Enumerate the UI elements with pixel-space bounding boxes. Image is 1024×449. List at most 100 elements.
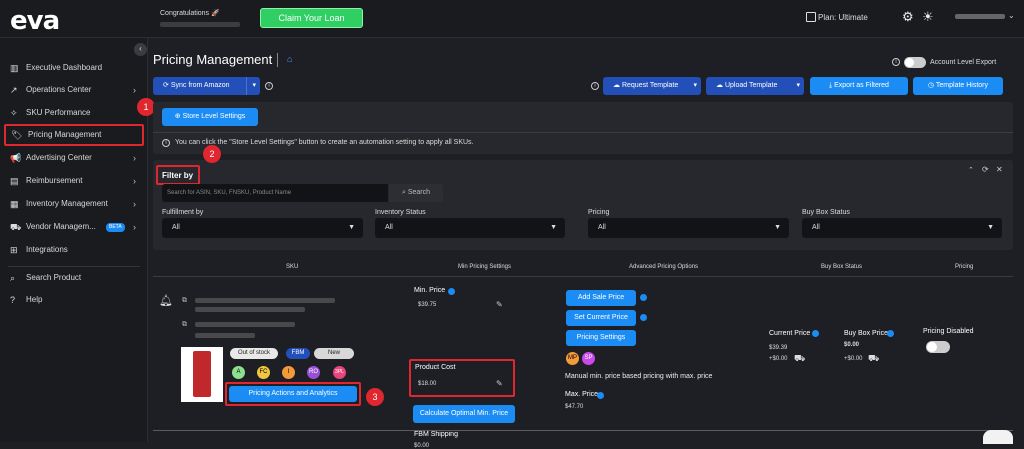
buybox-price-value: $0.00 [844,342,860,348]
column-min-pricing: Min Pricing Settings [458,264,512,270]
info-dot-icon[interactable] [887,330,894,337]
congrats-text: Congratulations 🚀 [160,10,220,17]
sidebar-item-vendor-management[interactable]: ⛟ Vendor Managem... BETA › [8,218,142,236]
home-icon[interactable]: ⌂ [287,54,292,64]
pricing-toggle[interactable] [926,341,950,353]
inventory-status-select[interactable]: All ▼ [375,218,565,238]
blurred-product-title [195,298,335,303]
claim-loan-button[interactable]: Claim Your Loan [260,8,363,28]
sidebar-item-search-product[interactable]: ⌕ Search Product [8,269,142,287]
template-history-button[interactable]: ◷ Template History [913,77,1003,95]
request-template-label: Request Template [621,82,679,89]
table-header: SKU Min Pricing Settings Advanced Pricin… [153,257,1013,277]
sidebar-item-help[interactable]: ? Help [8,291,142,309]
eva-logo[interactable]: eva [10,6,60,36]
sync-from-amazon-button[interactable]: ⟳ Sync from Amazon ▾ [153,77,260,95]
column-sku: SKU [286,264,299,270]
fbm-shipping-value: $0.00 [414,443,430,449]
edit-icon[interactable]: ✎ [496,379,503,388]
sidebar-item-inventory-management[interactable]: ▦ Inventory Management › [8,195,142,213]
info-dot-icon[interactable] [640,294,647,301]
bell-icon[interactable]: 🔔︎ [159,294,173,307]
info-icon[interactable]: i [265,82,273,90]
chevron-down-icon[interactable]: ▾ [246,77,256,95]
filter-label-fulfillment: Fulfillment by [162,209,204,216]
set-current-price-button[interactable]: Set Current Price [566,310,636,326]
sidebar-item-label: Search Product [26,273,82,282]
sync-label: Sync from Amazon [170,82,230,89]
search-button[interactable]: ⌕ Search [389,184,443,202]
search-button-label: Search [407,189,431,196]
sidebar-item-label: Executive Dashboard [26,63,103,72]
truck-icon: ⛟ [10,222,22,232]
search-icon: ⌕ [10,273,16,283]
filter-label-pricing: Pricing [588,209,610,216]
chevron-down-icon[interactable]: ▾ [796,77,800,95]
collapse-icon[interactable]: ⌃ [968,166,974,174]
add-sale-price-button[interactable]: Add Sale Price [566,290,636,306]
sidebar-item-executive-dashboard[interactable]: ▥ Executive Dashboard [8,59,142,77]
pricing-actions-button[interactable]: Pricing Actions and Analytics [229,386,357,402]
pricing-select[interactable]: All ▼ [588,218,789,238]
sidebar-item-label: Pricing Management [28,130,102,139]
info-icon[interactable]: i [892,58,900,66]
info-dot-icon[interactable] [448,288,455,295]
filter-panel: Filter by ⌃ ⟳ ✕ Search for ASIN, SKU, FN… [153,160,1013,250]
info-dot-icon[interactable] [597,392,604,399]
toggle-knob [927,342,937,352]
info-icon[interactable]: i [591,82,599,90]
gear-icon[interactable]: ⚙ [902,9,914,25]
buybox-shipping-value: +$0.00 [844,356,863,362]
edit-icon[interactable]: ✎ [496,300,503,309]
user-menu[interactable] [955,14,1005,19]
fulfillment-select[interactable]: All ▼ [162,218,363,238]
sidebar-item-sku-performance[interactable]: ✧ SKU Performance [8,104,142,122]
select-value: All [385,224,393,231]
sidebar-item-integrations[interactable]: ⊞ Integrations [8,241,142,259]
sidebar-item-pricing-management[interactable]: 🏷 Pricing Management [4,124,144,146]
request-template-button[interactable]: ☁ Request Template ▾ [603,77,701,95]
pricing-disabled-label: Pricing Disabled [923,328,974,335]
external-link-icon[interactable]: ⧉ [182,297,187,305]
upload-template-button[interactable]: ☁ Upload Template ▾ [706,77,804,95]
export-filtered-button[interactable]: ⤓ Export as Filtered [810,77,908,95]
sidebar-item-advertising-center[interactable]: 📢 Advertising Center › [8,149,142,167]
info-dot-icon[interactable] [812,330,819,337]
refresh-icon[interactable]: ⟳ [982,165,989,174]
sidebar-item-label: Reimbursement [26,176,83,185]
step-badge-3: 3 [366,388,384,406]
tag-icon: 🏷 [11,130,23,140]
filter-title-label: Filter by [162,171,194,180]
info-icon: i [162,139,170,147]
info-dot-icon[interactable] [640,314,647,321]
sidebar-item-operations-center[interactable]: ↗ Operations Center › [8,81,142,99]
panel-divider [153,132,1013,133]
table-row: 🔔︎ ⧉ ⧉ Out of stock FBM New A FC I RO 3P… [153,280,1013,438]
cloud-upload-icon: ☁ [716,82,725,89]
collapse-sidebar-icon[interactable]: ‹ [134,43,147,56]
product-cost-value: $18.00 [418,381,437,387]
caret-down-icon: ▼ [987,224,994,231]
status-circle-a: A [232,366,245,379]
buybox-status-select[interactable]: All ▼ [802,218,1002,238]
store-level-settings-button[interactable]: ⊕ Store Level Settings [162,108,258,126]
sidebar-item-label: Inventory Management [26,199,108,208]
blurred-text [160,22,240,27]
external-link-icon[interactable]: ⧉ [182,321,187,329]
min-price-value: $39.75 [418,302,437,308]
blurred-asin [195,322,295,327]
search-input[interactable]: Search for ASIN, SKU, FNSKU, Product Nam… [162,184,388,202]
sidebar-item-reimbursement[interactable]: ▤ Reimbursement › [8,172,142,190]
receipt-icon: ▤ [10,176,19,186]
calculate-optimal-button[interactable]: Calculate Optimal Min. Price [413,405,515,423]
account-export-toggle[interactable] [904,57,926,68]
close-icon[interactable]: ✕ [996,165,1003,174]
sidebar-item-label: Advertising Center [26,153,92,162]
chevron-down-icon[interactable]: ▾ [693,77,697,95]
theme-toggle-icon[interactable]: ☀ [922,9,934,25]
box-icon: ▦ [10,199,19,209]
pricing-settings-button[interactable]: Pricing Settings [566,330,636,346]
chevron-down-icon[interactable]: ⌄ [1008,11,1015,20]
store-info-text: You can click the "Store Level Settings"… [175,139,474,146]
store-settings-panel: ⊕ Store Level Settings i You can click t… [153,102,1013,154]
